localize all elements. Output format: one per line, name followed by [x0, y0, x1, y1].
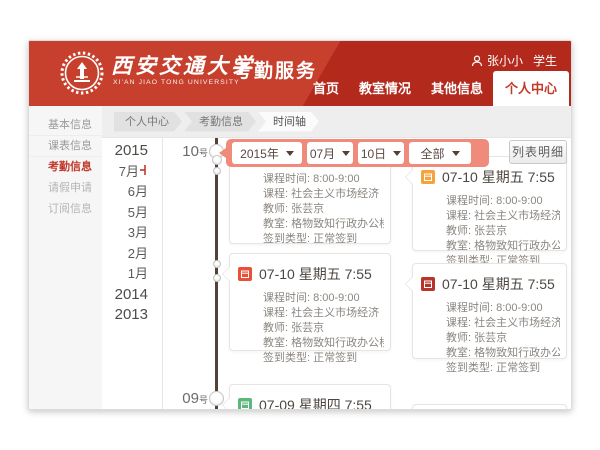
chevron-down-icon	[393, 151, 401, 156]
card-row-classroom: 教室: 格物致知行政办公楼	[263, 217, 384, 232]
card-row-course: 课程: 社会主义市场经济	[263, 187, 384, 202]
university-name-en: XI'AN JIAO TONG UNIVERSITY	[113, 79, 240, 86]
attendance-status-icon	[421, 170, 435, 184]
user-name: 张小小	[487, 52, 523, 69]
column-divider	[162, 138, 163, 409]
timeline-month-6[interactable]: 6月	[102, 182, 157, 203]
card-row-course-time: 课程时间: 8:00-9:00	[263, 172, 384, 187]
year-select[interactable]: 2015年	[232, 142, 302, 164]
nav-other-info[interactable]: 其他信息	[421, 72, 493, 106]
card-header: 07-10 星期五 7:55	[413, 264, 566, 296]
timeline-year-2013[interactable]: 2013	[102, 305, 157, 326]
chevron-down-icon	[342, 151, 350, 156]
app-header: 西安交通大学 XI'AN JIAO TONG UNIVERSITY 考勤服务 张…	[29, 41, 571, 106]
university-logo-icon	[59, 50, 105, 96]
card-title: 07-09 星期四 7:55	[259, 395, 372, 409]
timeline-year-2014[interactable]: 2014	[102, 285, 157, 306]
user-info[interactable]: 张小小 学生	[471, 52, 557, 69]
card-rows: 课程时间: 8:00-9:00 课程: 社会主义市场经济 教师: 张芸京 教室:…	[230, 286, 390, 374]
sidebar-item-schedule[interactable]: 课表信息	[29, 136, 102, 157]
nav-classrooms[interactable]: 教室情况	[349, 72, 421, 106]
card-title: 07-10 星期五 7:55	[442, 167, 555, 187]
day-select[interactable]: 10日	[358, 142, 404, 164]
timeline-month-1[interactable]: 1月	[102, 264, 157, 285]
timeline-panel: 2015 7月 6月 5月 3月 2月 1月 2014 2013 10号	[102, 138, 571, 409]
nav-home[interactable]: 首页	[303, 72, 349, 106]
sidebar-item-basic-info[interactable]: 基本信息	[29, 115, 102, 136]
breadcrumb-personal-center[interactable]: 个人中心	[114, 112, 182, 132]
card-rows: 课程时间: 8:00-9:00 课程: 社会主义市场经济 教师: 张芸京 教室:…	[413, 296, 566, 384]
chevron-down-icon	[452, 151, 460, 156]
card-title: 07-10 星期五 7:55	[259, 264, 372, 284]
card-row-teacher: 教师: 张芸京	[263, 202, 384, 217]
breadcrumb: 个人中心 考勤信息 时间轴	[102, 106, 571, 138]
current-month-marker	[140, 162, 148, 183]
card-row-course-time: 课程时间: 8:00-9:00	[446, 301, 560, 316]
card-row-classroom: 教室: 格物致知行政办公楼	[446, 346, 560, 361]
card-row-classroom: 教室: 格物致知行政办公楼	[263, 336, 384, 351]
card-header: 07-10 星期五 7:55	[230, 254, 390, 286]
timeline-year-nav: 2015 7月 6月 5月 3月 2月 1月 2014 2013	[102, 141, 157, 326]
card-row-signin-type: 签到类型: 正常签到	[263, 351, 384, 366]
attendance-status-icon	[238, 398, 252, 409]
timeline-node	[213, 167, 221, 175]
timeline-month-3[interactable]: 3月	[102, 223, 157, 244]
user-role: 学生	[533, 52, 557, 69]
chevron-down-icon	[286, 151, 294, 156]
timeline-node	[213, 274, 221, 282]
screenshot-stage: 西安交通大学 XI'AN JIAO TONG UNIVERSITY 考勤服务 张…	[0, 0, 600, 450]
day-marker-10: 10号	[172, 143, 208, 161]
sidebar-item-leave-request[interactable]: 请假申请	[29, 178, 102, 199]
card-row-course-time: 课程时间: 8:00-9:00	[263, 291, 384, 306]
type-select[interactable]: 全部	[409, 142, 471, 164]
nav-personal-center[interactable]: 个人中心	[493, 71, 569, 106]
timeline-month-5[interactable]: 5月	[102, 203, 157, 224]
timeline-month-2[interactable]: 2月	[102, 244, 157, 265]
card-row-signin-type: 签到类型: 正常签到	[446, 361, 560, 376]
card-rows: 课程时间: 8:00-9:00 课程: 社会主义市场经济 教师: 张芸京 教室:…	[230, 152, 390, 255]
card-row-classroom: 教室: 格物致知行政办公楼	[446, 239, 560, 254]
attendance-card-partial	[412, 404, 567, 409]
card-row-teacher: 教师: 张芸京	[446, 224, 560, 239]
sidebar-item-attendance[interactable]: 考勤信息	[29, 157, 102, 178]
user-icon	[471, 55, 483, 67]
app-window: 西安交通大学 XI'AN JIAO TONG UNIVERSITY 考勤服务 张…	[28, 40, 572, 410]
card-row-course: 课程: 社会主义市场经济	[263, 306, 384, 321]
sidebar: 基本信息 课表信息 考勤信息 请假申请 订阅信息	[29, 106, 102, 409]
attendance-card: 07-10 星期五 7:55 课程时间: 8:00-9:00 课程: 社会主义市…	[412, 156, 567, 251]
top-nav: 首页 教室情况 其他信息 个人中心	[303, 71, 569, 106]
attendance-status-icon	[421, 277, 435, 291]
card-row-teacher: 教师: 张芸京	[446, 331, 560, 346]
attendance-card: 07-10 星期五 7:55 课程时间: 8:00-9:00 课程: 社会主义市…	[229, 253, 391, 351]
timeline-node	[209, 391, 224, 406]
list-detail-button[interactable]: 列表明细	[509, 140, 567, 164]
breadcrumb-timeline[interactable]: 时间轴	[258, 112, 319, 132]
card-row-course: 课程: 社会主义市场经济	[446, 209, 560, 224]
attendance-card: 07-09 星期四 7:55	[229, 384, 391, 409]
attendance-status-icon	[238, 267, 252, 281]
month-select[interactable]: 07月	[307, 142, 353, 164]
filter-bubble: 2015年 07月 10日 全部	[226, 139, 489, 167]
timeline-node	[213, 260, 221, 268]
sidebar-item-subscription[interactable]: 订阅信息	[29, 199, 102, 220]
timeline-month-7[interactable]: 7月	[102, 162, 157, 183]
card-row-course: 课程: 社会主义市场经济	[446, 316, 560, 331]
attendance-card: 07-10 星期五 7:55 课程时间: 8:00-9:00 课程: 社会主义市…	[412, 263, 567, 359]
day-marker-09: 09号	[172, 390, 208, 408]
card-row-signin-type: 签到类型: 正常签到	[263, 232, 384, 247]
card-header: 07-09 星期四 7:55	[230, 385, 390, 409]
breadcrumb-attendance[interactable]: 考勤信息	[184, 112, 256, 132]
card-row-course-time: 课程时间: 8:00-9:00	[446, 194, 560, 209]
card-title: 07-10 星期五 7:55	[442, 274, 555, 294]
timeline-year-2015[interactable]: 2015	[102, 141, 157, 162]
card-row-teacher: 教师: 张芸京	[263, 321, 384, 336]
